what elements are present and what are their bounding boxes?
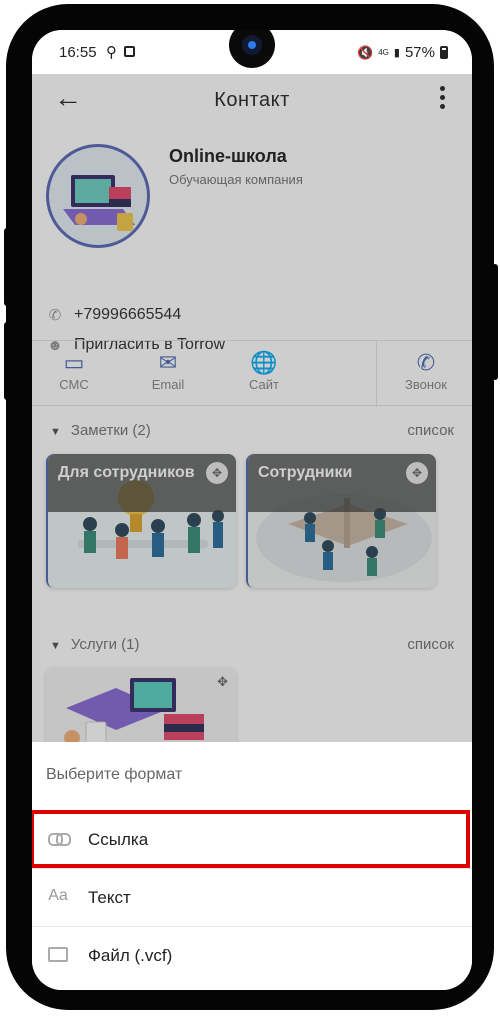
- volume-button: [4, 228, 10, 306]
- clock: 16:55: [59, 44, 97, 61]
- highlight-box: [32, 810, 470, 868]
- format-option-text[interactable]: Aa Текст: [32, 868, 472, 926]
- battery-level: 57%: [404, 44, 435, 61]
- mute-icon: 🔇: [357, 44, 374, 60]
- screen: ← Контакт Online-школа Обучающая компани…: [32, 30, 472, 990]
- signal-icon: ▮: [393, 47, 400, 59]
- notification-icon: [124, 46, 135, 57]
- option-label: Файл (.vcf): [88, 946, 173, 965]
- search-icon: ⚲: [106, 44, 117, 61]
- power-button: [4, 322, 10, 400]
- network-type: 4G: [378, 47, 389, 57]
- battery-icon: [440, 46, 448, 59]
- option-label: Текст: [88, 888, 131, 907]
- side-button: [492, 264, 498, 380]
- status-icons: 🔇 4G ▮ 57%: [357, 44, 448, 61]
- sheet-title: Выберите формат: [46, 766, 183, 783]
- folder-icon: [46, 945, 70, 965]
- text-icon: Aa: [48, 887, 68, 904]
- format-option-file[interactable]: Файл (.vcf): [32, 926, 472, 984]
- contact-page: ← Контакт Online-школа Обучающая компани…: [32, 74, 472, 990]
